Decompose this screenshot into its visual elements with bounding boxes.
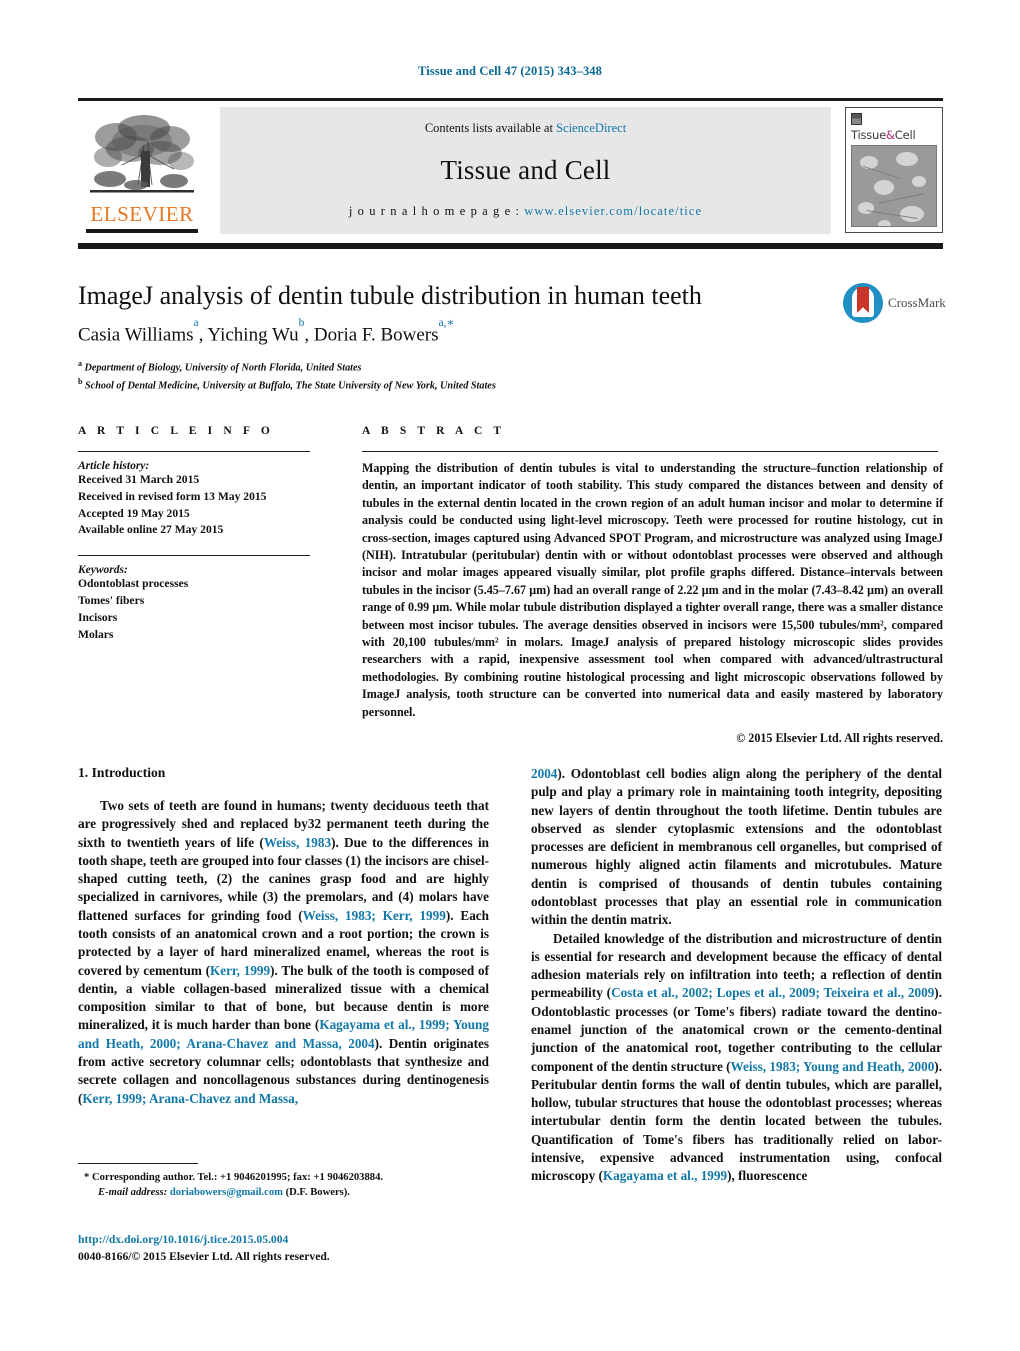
article-history-label: Article history: — [78, 460, 150, 472]
cover-micrograph-image — [851, 145, 937, 227]
body-column-right: 2004). Odontoblast cell bodies align alo… — [531, 765, 942, 1185]
page-title: ImageJ analysis of dentin tubule distrib… — [78, 281, 702, 310]
article-info-column: A R T I C L E I N F O Article history: R… — [78, 425, 346, 746]
crossmark-icon — [843, 283, 883, 323]
article-header: CrossMark ImageJ analysis of dentin tubu… — [78, 281, 946, 394]
homepage-label: j o u r n a l h o m e p a g e : — [348, 204, 525, 218]
info-abstract-block: A R T I C L E I N F O Article history: R… — [78, 425, 943, 746]
keyword-item: Molars — [78, 627, 114, 641]
cover-title-amp: & — [886, 128, 895, 142]
author-affil-marker: b — [298, 317, 305, 330]
elsevier-logo: ELSEVIER — [78, 107, 206, 235]
abstract-text: Mapping the distribution of dentin tubul… — [362, 461, 943, 719]
contents-available-line: Contents lists available at ScienceDirec… — [425, 121, 626, 136]
cover-mini-logo-icon — [851, 113, 862, 125]
intro-paragraph-right-1: 2004). Odontoblast cell bodies align alo… — [531, 766, 942, 928]
running-head: Tissue and Cell 47 (2015) 343–348 — [418, 64, 602, 78]
issn-copyright-line: 0040-8166/© 2015 Elsevier Ltd. All right… — [78, 1250, 330, 1264]
corresponding-marker: * — [84, 1172, 90, 1183]
corresponding-author-line: * Corresponding author. Tel.: +1 9046201… — [78, 1170, 489, 1185]
email-label: E-mail address: — [98, 1187, 168, 1199]
keyword-item: Incisors — [78, 610, 118, 624]
article-body: 1. Introduction Two sets of teeth are fo… — [78, 765, 943, 1185]
keywords-rule — [78, 555, 310, 557]
contents-prefix: Contents lists available at — [424, 121, 557, 135]
history-online: Available online 27 May 2015 — [78, 523, 224, 537]
affiliation-b: b School of Dental Medicine, University … — [78, 377, 496, 392]
cover-header — [851, 112, 937, 126]
elsevier-wordmark: ELSEVIER — [90, 202, 194, 226]
journal-masthead: ELSEVIER Contents lists available at Sci… — [78, 98, 943, 238]
corresponding-author-footnote: * Corresponding author. Tel.: +1 9046201… — [78, 1163, 489, 1201]
intro-paragraph-left-1: Two sets of teeth are found in humans; t… — [78, 798, 490, 1106]
journal-cover-thumbnail[interactable]: Tissue&Cell — [845, 107, 943, 233]
email-link[interactable]: doriabowers@gmail.com — [170, 1187, 283, 1198]
journal-band: Contents lists available at ScienceDirec… — [220, 107, 831, 234]
journal-homepage-line: j o u r n a l h o m e p a g e : www.else… — [349, 204, 702, 219]
history-revised: Received in revised form 13 May 2015 — [78, 489, 267, 503]
abstract-column: A B S T R A C T Mapping the distribution… — [346, 425, 943, 746]
doi-link[interactable]: http://dx.doi.org/10.1016/j.tice.2015.05… — [78, 1231, 538, 1248]
cover-title-right: Cell — [894, 128, 916, 142]
doi-block: http://dx.doi.org/10.1016/j.tice.2015.05… — [78, 1231, 538, 1266]
abstract-heading: A B S T R A C T — [362, 425, 506, 437]
section-heading-introduction: 1. Introduction — [78, 765, 166, 780]
keywords-label: Keywords: — [78, 564, 128, 577]
affiliations: a Department of Biology, University of N… — [78, 358, 943, 394]
intro-paragraph-right-2: Detailed knowledge of the distribution a… — [531, 930, 942, 1184]
cover-title: Tissue&Cell — [851, 128, 937, 142]
journal-title: Tissue and Cell — [440, 154, 611, 185]
abstract-copyright: © 2015 Elsevier Ltd. All rights reserved… — [736, 731, 943, 746]
author-affil-marker: a — [193, 317, 199, 330]
crossmark-label: CrossMark — [888, 295, 946, 310]
body-column-left: 1. Introduction Two sets of teeth are fo… — [78, 765, 489, 1185]
elsevier-underline — [86, 229, 198, 233]
history-received: Received 31 March 2015 — [78, 473, 200, 486]
author-affil-marker: a,∗ — [438, 317, 455, 330]
masthead-bottom-rule — [78, 243, 943, 249]
email-suffix: (D.F. Bowers). — [285, 1187, 350, 1199]
affiliation-b-text: School of Dental Medicine, University at… — [85, 380, 496, 392]
elsevier-tree-icon — [86, 111, 198, 203]
article-info-heading: A R T I C L E I N F O — [78, 425, 274, 437]
email-line: E-mail address: doriabowers@gmail.com (D… — [78, 1185, 489, 1200]
cover-title-left: Tissue — [851, 128, 887, 142]
author-list: Casia Williamsa, Yiching Wub, Doria F. B… — [78, 317, 455, 346]
footnote-rule — [78, 1163, 198, 1164]
affiliation-a-text: Department of Biology, University of Nor… — [84, 362, 362, 374]
keyword-item: Odontoblast processes — [78, 577, 189, 591]
crossmark-badge-group[interactable]: CrossMark — [843, 283, 946, 323]
history-accepted: Accepted 19 May 2015 — [78, 506, 190, 520]
article-info-rule — [78, 451, 310, 452]
journal-article-page: Tissue and Cell 47 (2015) 343–348 ELSEVI… — [0, 0, 1020, 1351]
corresponding-text: Corresponding author. Tel.: +1 904620199… — [91, 1172, 384, 1183]
abstract-rule — [362, 451, 938, 452]
sciencedirect-link[interactable]: ScienceDirect — [556, 121, 626, 135]
affiliation-a: a Department of Biology, University of N… — [78, 359, 362, 374]
journal-homepage-link[interactable]: www.elsevier.com/locate/tice — [524, 204, 702, 218]
keyword-item: Tomes' fibers — [78, 593, 145, 607]
